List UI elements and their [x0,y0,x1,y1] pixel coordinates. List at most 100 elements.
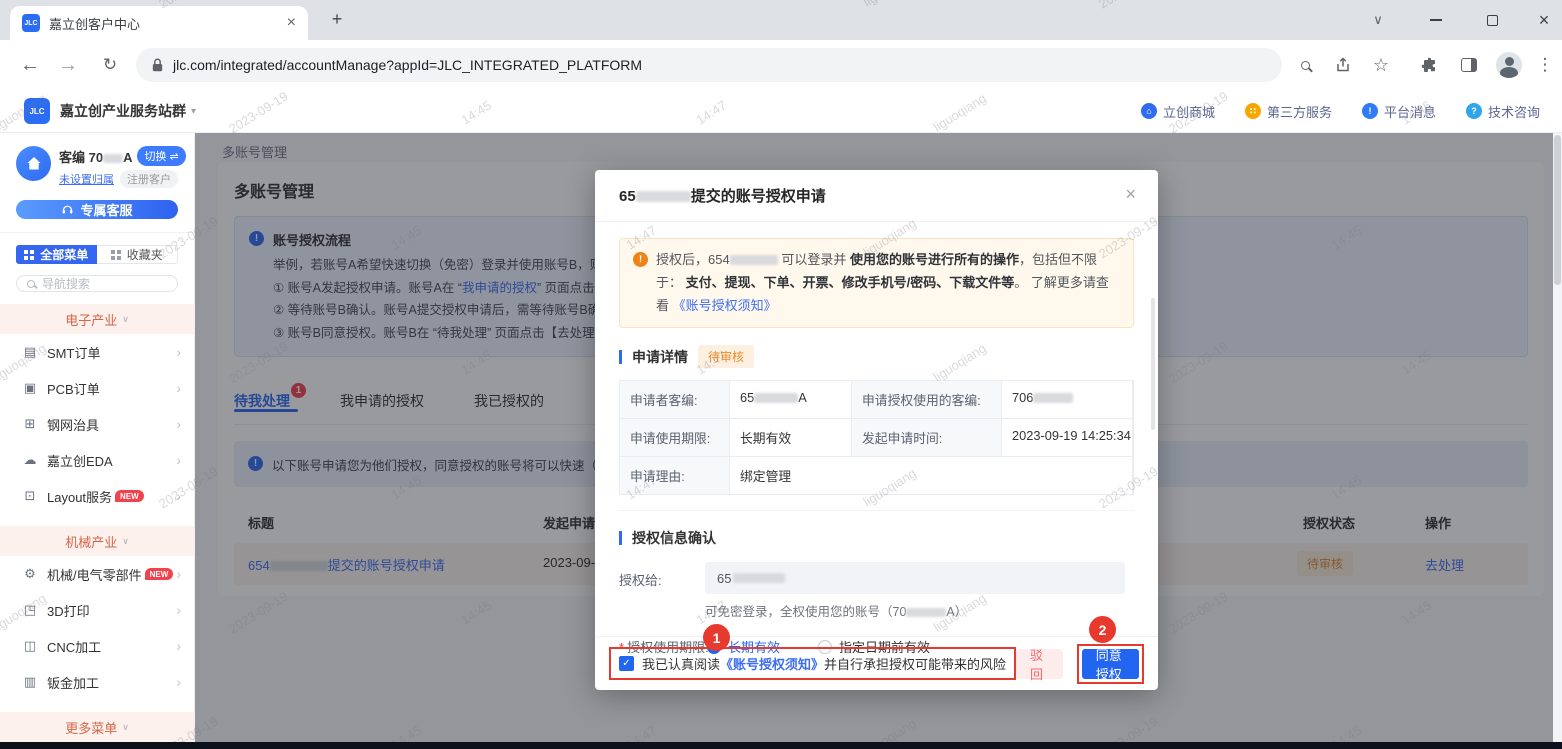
tab-close-icon[interactable]: × [287,14,296,32]
menu-item-icon: ⊞ [21,416,39,432]
menu-item-label: 3D打印 [47,601,90,620]
authorization-warning: 授权后，654 可以登录并 使用您的账号进行所有的操作，包括但不限于： 支付、提… [619,238,1134,328]
menu-item-icon: ▥ [21,674,39,690]
sidebar-menu-item[interactable]: ⊞ 钢网治具 › [0,406,194,442]
favicon-jlc-icon: JLC [22,14,40,32]
new-tab-button[interactable]: + [326,9,348,31]
category-more[interactable]: 更多菜单∨ [0,712,194,742]
menu-item-icon: ☁ [21,452,39,468]
sidebar-menu-item[interactable]: ⚙ 机械/电气零部件 NEW › [0,556,194,592]
category-electronics[interactable]: 电子产业∨ [0,304,194,334]
agree-notice-link[interactable]: 《账号授权须知》 [720,657,824,672]
menu-mechanical: ⚙ 机械/电气零部件 NEW › ◳ 3D打印 › ◫ CNC加工 › ▥ 钣金… [0,556,194,700]
nav-item-label: 技术咨询 [1488,102,1540,121]
menu-item-label: 嘉立创EDA [47,451,113,470]
nav-search-box[interactable] [16,275,178,292]
new-badge: NEW [145,568,174,580]
home-icon [26,156,42,171]
page-scrollbar[interactable] [1553,133,1562,742]
window-restore-button[interactable] [1472,0,1512,40]
agree-text: 我已认真阅读《账号授权须知》并自行承担授权可能带来的风险 [642,654,1006,673]
site-logo: JLC [24,98,50,124]
nav-item-label: 第三方服务 [1267,102,1332,121]
lock-icon [152,58,163,72]
reload-button[interactable]: ↻ [92,40,128,90]
bookmark-star-icon[interactable]: ☆ [1364,40,1398,90]
back-button[interactable]: ← [12,40,48,90]
headset-icon [61,203,74,216]
agree-checkbox[interactable] [619,656,634,671]
dedicated-service-button[interactable]: 专属客服 [16,200,178,219]
menu-dots-icon[interactable]: ⋮ [1532,40,1558,90]
screen: JLC 嘉立创客户中心 × + ∨ × ← → ↻ jlc.com/integr… [0,0,1562,749]
sidebar-menu-item[interactable]: ◳ 3D打印 › [0,592,194,628]
menu-item-label: 钢网治具 [47,415,99,434]
brand-title[interactable]: 嘉立创产业服务站群 [60,101,186,121]
request-details-table: 申请者客编: 65A 申请授权使用的客编: 706 申请使用期限: 长期有效 发… [619,380,1134,495]
category-mechanical[interactable]: 机械产业∨ [0,526,194,556]
sidebar-menu-item[interactable]: ⊡ Layout服务 NEW › [0,478,194,514]
chevron-right-icon: › [176,566,181,582]
header-nav: ⌂ 立创商城 ∷ 第三方服务 ! 平台消息 ? 技术咨询 [1141,102,1540,121]
new-badge: NEW [115,490,144,502]
sidebar-tabs: 全部菜单 收藏夹 [16,245,178,264]
chevron-right-icon: › [176,452,181,468]
share-icon[interactable] [1326,40,1360,90]
chevron-down-icon: ∨ [122,722,129,733]
header-nav-item[interactable]: ⌂ 立创商城 [1141,102,1215,121]
switch-account-button[interactable]: 切换 ⇌ [137,146,185,166]
tab-favorites[interactable]: 收藏夹 [97,245,179,264]
tab-all-menu[interactable]: 全部菜单 [16,245,97,264]
search-icon [27,280,35,288]
forward-button[interactable]: → [50,40,86,90]
window-minimize-button[interactable] [1416,0,1456,40]
warning-icon [633,252,648,267]
browser-tabstrip: JLC 嘉立创客户中心 × + ∨ × [0,0,1562,40]
menu-item-icon: ▣ [21,380,39,396]
zoom-icon[interactable] [1288,40,1322,90]
browser-toolbar: ← → ↻ jlc.com/integrated/accountManage?a… [0,40,1562,90]
unset-attribution-link[interactable]: 未设置归属 [59,171,114,187]
side-panel-icon[interactable] [1452,40,1486,90]
sidebar-menu-item[interactable]: ▤ SMT订单 › [0,334,194,370]
grid-icon [111,250,115,254]
chevron-right-icon: › [176,674,181,690]
sidebar-menu-item[interactable]: ▥ 钣金加工 › [0,664,194,700]
reject-button[interactable]: 驳回 [1016,649,1063,679]
browser-tab[interactable]: JLC 嘉立创客户中心 × [10,6,308,40]
approve-button[interactable]: 同意授权 [1082,649,1139,679]
user-block: 客编 70A 切换 ⇌ 未设置归属 注册客户 [0,133,194,188]
scrollbar-thumb[interactable] [1554,135,1561,285]
sidebar-menu-item[interactable]: ☁ 嘉立创EDA › [0,442,194,478]
extensions-icon[interactable] [1412,40,1446,90]
nav-item-icon: ? [1466,103,1482,119]
search-input[interactable] [42,277,167,291]
annotation-box-2: 同意授权 [1077,644,1144,684]
customer-number: 客编 70A [59,147,132,166]
menu-item-icon: ▤ [21,344,39,360]
menu-item-label: Layout服务 [47,487,112,506]
menu-item-label: 机械/电气零部件 [47,565,142,584]
menu-item-label: CNC加工 [47,637,101,656]
detail-section-header: 申请详情 待审核 [619,345,1134,368]
chevron-right-icon: › [176,344,181,360]
sidebar-menu-item[interactable]: ◫ CNC加工 › [0,628,194,664]
header-nav-item[interactable]: ∷ 第三方服务 [1245,102,1332,121]
menu-item-label: 钣金加工 [47,673,99,692]
address-bar[interactable]: jlc.com/integrated/accountManage?appId=J… [136,48,1282,82]
pending-review-badge: 待审核 [698,345,754,368]
modal-scrollbar-thumb[interactable] [1151,298,1155,430]
window-chevron-icon[interactable]: ∨ [1358,0,1398,40]
chevron-right-icon: › [176,380,181,396]
applicant-value: 65A [730,381,852,419]
authorization-notice-link[interactable]: 《账号授权须知》 [673,298,777,313]
divider [0,232,194,233]
profile-avatar[interactable] [1492,40,1526,90]
modal-close-icon[interactable]: × [1125,184,1136,205]
header-nav-item[interactable]: ! 平台消息 [1362,102,1436,121]
divider [619,510,1134,511]
sidebar-menu-item[interactable]: ▣ PCB订单 › [0,370,194,406]
registered-customer-badge: 注册客户 [120,170,178,188]
header-nav-item[interactable]: ? 技术咨询 [1466,102,1540,121]
window-close-button[interactable]: × [1526,0,1562,40]
